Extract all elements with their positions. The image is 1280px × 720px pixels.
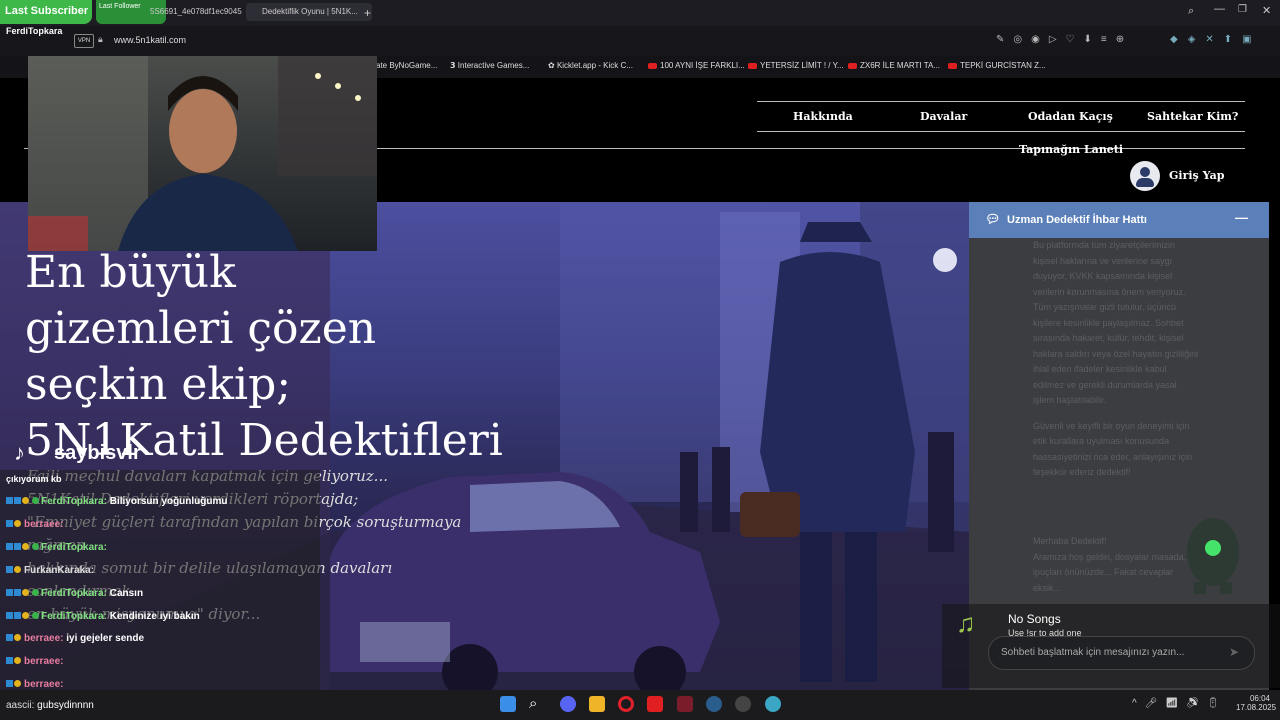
tiktok-handle: ♪ saybisvlr xyxy=(14,440,141,466)
headline-line: En büyük xyxy=(25,247,236,298)
bookmark-label: Interactive Games... xyxy=(457,61,530,70)
chat-message: FurkanKaraka: xyxy=(6,565,94,576)
tiktok-username: saybisvlr xyxy=(54,442,141,464)
nav-divider-top xyxy=(757,101,1245,102)
obs-icon[interactable] xyxy=(735,696,751,712)
login-label: Giriş Yap xyxy=(1169,169,1225,182)
windows-taskbar: aascii: gubsydinnnn ⌕ ^🎤︎📶︎🔊︎🔋︎ 06:04 17… xyxy=(0,690,1280,720)
webcam-feed xyxy=(28,56,377,251)
chat-message: berraee: iyi gejeler sende xyxy=(6,633,144,644)
video-editor-icon[interactable] xyxy=(677,696,693,712)
last-subscriber-banner: Last Subscriber xyxy=(0,0,92,24)
system-tray-icons[interactable]: ^🎤︎📶︎🔊︎🔋︎ xyxy=(1132,698,1227,709)
bookmark-item[interactable]: TEPKİ GURCİSTAN Z... xyxy=(948,61,1046,70)
chat-header[interactable]: 💬︎ Uzman Dedektif İhbar Hattı — xyxy=(969,202,1269,238)
last-follower-label: Last Follower xyxy=(99,3,141,10)
search-taskbar-icon[interactable]: ⌕ xyxy=(529,695,537,712)
chat-message: FerdiTopkara: Cansın xyxy=(6,588,143,599)
bookmark-item[interactable]: YETERSİZ LİMİT ! / Y... xyxy=(748,61,844,70)
chat-message: berraee: xyxy=(6,519,63,530)
youtube-icon xyxy=(648,62,657,69)
bookmark-item[interactable]: ate ByNoGame... xyxy=(376,61,437,70)
hero-headline: En büyük gizemleri çözen seçkin ekip; 5N… xyxy=(25,245,503,469)
stream-chat-overlay: çıkıyorum kb FerdiTopkara: Biliyorsun yo… xyxy=(0,470,320,690)
globe-app-icon[interactable] xyxy=(765,696,781,712)
bookmark-label: Kicklet.app - Kick C... xyxy=(556,61,633,70)
youtube-icon xyxy=(948,62,957,69)
extension-icons: ◆◈✕⬆▣ xyxy=(1170,34,1262,45)
bookmark-label: TEPKİ GURCİSTAN Z... xyxy=(960,61,1046,70)
youtube-icon xyxy=(848,62,857,69)
bookmark-item[interactable]: ZX6R İLE MARTI TA... xyxy=(848,61,940,70)
lock-icon: 🔒︎ xyxy=(98,34,103,44)
chat-bubble-icon: 💬︎ xyxy=(985,212,1001,226)
bookmark-icon: 𝟯 xyxy=(450,61,458,70)
user-icon xyxy=(1130,161,1160,191)
login-button[interactable]: Giriş Yap xyxy=(1130,161,1230,191)
nav-link-about[interactable]: Hakkında xyxy=(793,110,853,123)
new-tab-icon[interactable]: + xyxy=(364,6,371,20)
bookmark-label: 100 AYNI İŞE FARKLI... xyxy=(660,61,745,70)
chat-input-user: aascii: xyxy=(6,700,35,711)
chat-input-text: gubsydinnnn xyxy=(37,700,94,711)
clock[interactable]: 06:04 17.08.2025 xyxy=(1236,694,1277,712)
nav-divider-mid xyxy=(757,131,1245,132)
minimize-chat-icon[interactable]: — xyxy=(1235,210,1248,225)
url-field[interactable]: www.5n1katil.com xyxy=(114,35,186,45)
chat-message: FerdiTopkara: xyxy=(6,542,107,553)
start-menu-icon[interactable] xyxy=(500,696,516,712)
discord-icon[interactable] xyxy=(560,696,576,712)
toolbar-icons: ✎◎◉▷♡⬇≡⊕ xyxy=(996,34,1134,45)
youtube-icon xyxy=(748,62,757,69)
steam-icon[interactable] xyxy=(706,696,722,712)
music-note-icon: ♫ xyxy=(956,608,976,638)
chat-input-placeholder: Sohbeti başlatmak için mesajınızı yazın.… xyxy=(1001,647,1185,658)
bookmark-item[interactable]: 𝟯 Interactive Games... xyxy=(450,61,529,70)
headline-line: seçkin ekip; xyxy=(25,359,292,410)
nav-link-cases[interactable]: Davalar xyxy=(920,110,967,123)
browser-tab-bar: Last Subscriber Last Follower 5S6691_4e0… xyxy=(0,0,1280,26)
headline-line: gizemleri çözen xyxy=(25,303,377,354)
bookmark-item[interactable]: ✿ Kicklet.app - Kick C... xyxy=(548,61,633,70)
address-bar-row: VPN 🔒︎ www.5n1katil.com ✎◎◉▷♡⬇≡⊕ ◆◈✕⬆▣ xyxy=(0,26,1280,56)
chat-message: FerdiTopkara: Biliyorsun yoğunluğumu xyxy=(6,496,228,507)
chat-notice: çıkıyorum kb xyxy=(6,474,62,484)
clock-time: 06:04 xyxy=(1249,694,1270,703)
chat-title: Uzman Dedektif İhbar Hattı xyxy=(1007,214,1147,226)
chat-message-input[interactable]: Sohbeti başlatmak için mesajınızı yazın.… xyxy=(988,636,1255,670)
maximize-window-icon[interactable]: ❐ xyxy=(1238,4,1247,15)
robot-mascot xyxy=(1180,512,1246,594)
nav-link-escape-room[interactable]: Odadan Kaçış xyxy=(1028,110,1113,123)
send-icon[interactable]: ➤ xyxy=(1229,645,1239,659)
tab-detective-game[interactable]: Dedektiflik Oyunu | 5N1K... xyxy=(246,3,372,21)
bookmark-label: ZX6R İLE MARTI TA... xyxy=(860,61,941,70)
nav-link-temple[interactable]: Tapınağın Laneti xyxy=(1019,143,1123,156)
search-icon[interactable]: ⌕ xyxy=(1188,5,1194,18)
vpn-badge[interactable]: VPN xyxy=(74,34,94,48)
chat-message: berraee: xyxy=(6,679,63,690)
webcam-overlay xyxy=(28,56,377,251)
file-explorer-icon[interactable] xyxy=(589,696,605,712)
nav-link-impostor[interactable]: Sahtekar Kim? xyxy=(1147,110,1238,123)
song-title: No Songs xyxy=(1008,612,1061,626)
bookmark-label: YETERSİZ LİMİT ! / Y... xyxy=(760,61,844,70)
bookmark-item[interactable]: 100 AYNI İŞE FARKLI... xyxy=(648,61,745,70)
tiktok-icon: ♪ xyxy=(14,440,25,465)
chat-message: FerdiTopkara: Kendinize iyi bakın xyxy=(6,611,200,622)
privacy-notice: Bu platformda tüm ziyaretçilerimizin kiş… xyxy=(1033,240,1199,477)
youtube-taskbar-icon[interactable] xyxy=(647,696,663,712)
clock-date: 17.08.2025 xyxy=(1236,703,1277,712)
chat-message: berraee: xyxy=(6,656,63,667)
tab-video[interactable]: 5S6691_4e078df1ec9045... xyxy=(150,3,242,21)
minimize-window-icon[interactable]: — xyxy=(1214,3,1225,15)
stream-chat-input[interactable]: aascii: gubsydinnnn xyxy=(6,700,94,711)
last-subscriber-label: Last Subscriber xyxy=(5,5,89,17)
opera-icon[interactable] xyxy=(618,696,634,712)
kicklet-icon: ✿ xyxy=(548,61,557,70)
webcam-name-tag: FerdiTopkara xyxy=(6,26,63,36)
close-window-icon[interactable]: ✕ xyxy=(1262,4,1271,17)
